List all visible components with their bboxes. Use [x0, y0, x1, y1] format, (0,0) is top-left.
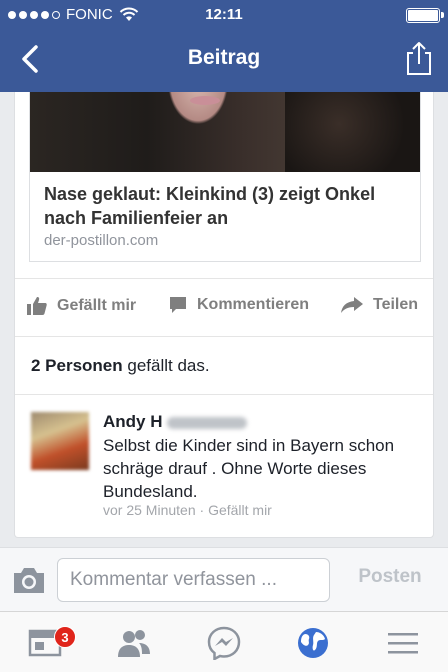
avatar[interactable] [31, 412, 89, 470]
link-preview[interactable]: Nase geklaut: Kleinkind (3) zeigt Onkel … [29, 92, 421, 262]
notifications-globe-icon[interactable] [296, 626, 330, 660]
likes-suffix: gefällt das. [127, 356, 210, 375]
battery-icon [406, 8, 444, 23]
camera-icon[interactable] [12, 566, 46, 594]
thumbs-up-icon [27, 297, 47, 315]
notification-badge: 3 [54, 626, 76, 648]
share-icon[interactable] [404, 40, 434, 76]
comment-author-name[interactable]: Andy H [103, 412, 163, 431]
header: FONIC 12:11 Beitrag [0, 0, 448, 92]
comment-like-link[interactable]: Gefällt mir [208, 502, 272, 518]
messenger-icon[interactable] [207, 626, 241, 660]
clock: 12:11 [205, 6, 243, 23]
link-title[interactable]: Nase geklaut: Kleinkind (3) zeigt Onkel … [44, 182, 412, 230]
comment-meta: vor 25 Minuten · Gefällt mir [103, 502, 272, 518]
link-domain: der-postillon.com [44, 232, 159, 249]
post-card: Nase geklaut: Kleinkind (3) zeigt Onkel … [14, 92, 434, 538]
share-button[interactable]: Teilen [341, 296, 418, 314]
comment-icon [170, 297, 186, 313]
comment-label: Kommentieren [197, 296, 310, 313]
share-arrow-icon [341, 297, 363, 313]
action-bar: Gefällt mir Kommentieren Teilen [15, 292, 433, 328]
tab-bar: 3 [0, 611, 448, 672]
share-label: Teilen [373, 296, 419, 313]
comment-composer: Posten [0, 547, 448, 611]
blurred-surname [166, 416, 247, 429]
like-button[interactable]: Gefällt mir [27, 296, 136, 315]
comment-author[interactable]: Andy H [103, 412, 247, 432]
friend-requests-icon[interactable] [117, 626, 151, 660]
menu-icon[interactable] [386, 626, 420, 660]
likes-count[interactable]: 2 Personen [31, 356, 123, 375]
comment-time: vor 25 Minuten [103, 502, 196, 518]
like-label: Gefällt mir [57, 296, 137, 314]
meta-separator: · [199, 502, 205, 518]
page-title: Beitrag [187, 46, 261, 69]
comment-button[interactable]: Kommentieren [169, 296, 309, 314]
likes-summary[interactable]: 2 Personen gefällt das. [31, 356, 210, 376]
status-bar: FONIC 12:11 [0, 0, 448, 30]
post-button[interactable]: Posten [340, 566, 440, 588]
comment-text: Selbst die Kinder sind in Bayern schon s… [103, 436, 395, 501]
comment-input[interactable] [57, 558, 330, 602]
link-preview-image[interactable] [30, 92, 420, 172]
